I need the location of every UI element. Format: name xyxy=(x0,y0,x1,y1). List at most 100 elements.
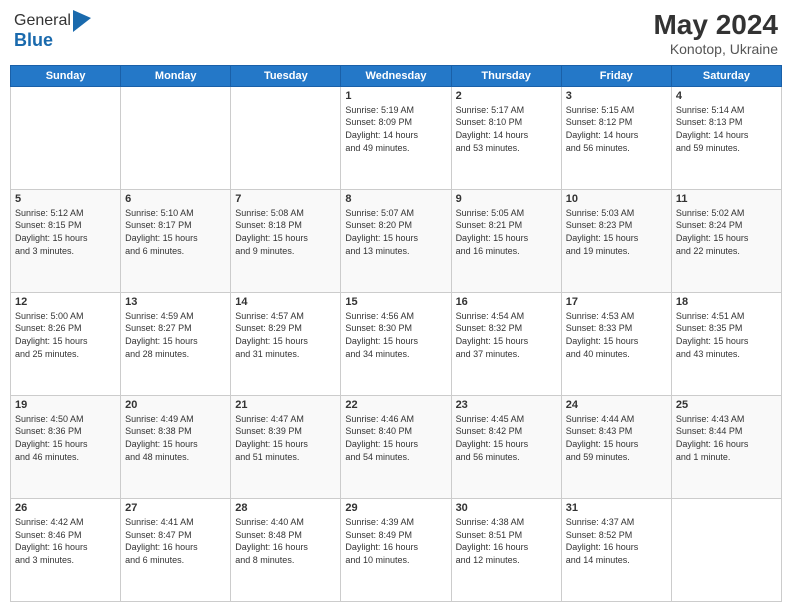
day-info: Sunrise: 4:51 AMSunset: 8:35 PMDaylight:… xyxy=(676,310,777,360)
calendar-week-2: 5 Sunrise: 5:12 AMSunset: 8:15 PMDaylight… xyxy=(11,189,782,292)
calendar-cell xyxy=(231,86,341,189)
day-number: 16 xyxy=(456,296,557,308)
day-info: Sunrise: 4:39 AMSunset: 8:49 PMDaylight:… xyxy=(345,516,446,566)
day-info: Sunrise: 4:40 AMSunset: 8:48 PMDaylight:… xyxy=(235,516,336,566)
calendar: Sunday Monday Tuesday Wednesday Thursday… xyxy=(10,65,782,602)
calendar-cell: 31Sunrise: 4:37 AMSunset: 8:52 PMDayligh… xyxy=(561,498,671,601)
calendar-cell: 1Sunrise: 5:19 AMSunset: 8:09 PMDaylight… xyxy=(341,86,451,189)
day-info: Sunrise: 4:45 AMSunset: 8:42 PMDaylight:… xyxy=(456,413,557,463)
day-info: Sunrise: 5:07 AMSunset: 8:20 PMDaylight:… xyxy=(345,207,446,257)
day-number: 9 xyxy=(456,193,557,205)
day-info: Sunrise: 4:50 AMSunset: 8:36 PMDaylight:… xyxy=(15,413,116,463)
calendar-cell: 25 Sunrise: 4:43 AMSunset: 8:44 PMDayligh… xyxy=(671,395,781,498)
calendar-cell: 4Sunrise: 5:14 AMSunset: 8:13 PMDaylight… xyxy=(671,86,781,189)
calendar-cell: 6Sunrise: 5:10 AMSunset: 8:17 PMDaylight… xyxy=(121,189,231,292)
calendar-cell: 2Sunrise: 5:17 AMSunset: 8:10 PMDaylight… xyxy=(451,86,561,189)
day-number: 29 xyxy=(345,502,446,514)
title-block: May 2024 Konotop, Ukraine xyxy=(653,10,778,57)
day-info: Sunrise: 5:03 AMSunset: 8:23 PMDaylight:… xyxy=(566,207,667,257)
col-saturday: Saturday xyxy=(671,65,781,86)
day-number: 2 xyxy=(456,90,557,102)
calendar-week-3: 12 Sunrise: 5:00 AMSunset: 8:26 PMDayligh… xyxy=(11,292,782,395)
day-info: Sunrise: 4:54 AMSunset: 8:32 PMDaylight:… xyxy=(456,310,557,360)
calendar-cell: 29 Sunrise: 4:39 AMSunset: 8:49 PMDayligh… xyxy=(341,498,451,601)
calendar-cell xyxy=(121,86,231,189)
day-info: Sunrise: 4:57 AMSunset: 8:29 PMDaylight:… xyxy=(235,310,336,360)
location: Konotop, Ukraine xyxy=(653,41,778,57)
col-friday: Friday xyxy=(561,65,671,86)
calendar-cell: 22 Sunrise: 4:46 AMSunset: 8:40 PMDayligh… xyxy=(341,395,451,498)
col-thursday: Thursday xyxy=(451,65,561,86)
calendar-cell xyxy=(11,86,121,189)
logo-icon xyxy=(73,10,91,32)
day-number: 28 xyxy=(235,502,336,514)
day-info: Sunrise: 5:02 AMSunset: 8:24 PMDaylight:… xyxy=(676,207,777,257)
calendar-cell: 16 Sunrise: 4:54 AMSunset: 8:32 PMDayligh… xyxy=(451,292,561,395)
day-number: 19 xyxy=(15,399,116,411)
calendar-header-row: Sunday Monday Tuesday Wednesday Thursday… xyxy=(11,65,782,86)
logo: General Blue xyxy=(14,10,91,51)
day-info: Sunrise: 5:19 AMSunset: 8:09 PMDaylight:… xyxy=(345,104,446,154)
day-number: 26 xyxy=(15,502,116,514)
day-info: Sunrise: 4:42 AMSunset: 8:46 PMDaylight:… xyxy=(15,516,116,566)
day-number: 17 xyxy=(566,296,667,308)
calendar-cell: 18 Sunrise: 4:51 AMSunset: 8:35 PMDayligh… xyxy=(671,292,781,395)
day-number: 20 xyxy=(125,399,226,411)
day-info: Sunrise: 5:15 AMSunset: 8:12 PMDaylight:… xyxy=(566,104,667,154)
calendar-cell: 17 Sunrise: 4:53 AMSunset: 8:33 PMDayligh… xyxy=(561,292,671,395)
day-number: 7 xyxy=(235,193,336,205)
calendar-cell: 7 Sunrise: 5:08 AMSunset: 8:18 PMDaylight… xyxy=(231,189,341,292)
day-info: Sunrise: 4:46 AMSunset: 8:40 PMDaylight:… xyxy=(345,413,446,463)
calendar-cell: 21 Sunrise: 4:47 AMSunset: 8:39 PMDayligh… xyxy=(231,395,341,498)
calendar-cell xyxy=(671,498,781,601)
calendar-cell: 19 Sunrise: 4:50 AMSunset: 8:36 PMDayligh… xyxy=(11,395,121,498)
day-info: Sunrise: 4:44 AMSunset: 8:43 PMDaylight:… xyxy=(566,413,667,463)
calendar-cell: 23 Sunrise: 4:45 AMSunset: 8:42 PMDayligh… xyxy=(451,395,561,498)
day-info: Sunrise: 4:41 AMSunset: 8:47 PMDaylight:… xyxy=(125,516,226,566)
day-number: 23 xyxy=(456,399,557,411)
day-info: Sunrise: 4:47 AMSunset: 8:39 PMDaylight:… xyxy=(235,413,336,463)
day-number: 18 xyxy=(676,296,777,308)
col-sunday: Sunday xyxy=(11,65,121,86)
day-number: 13 xyxy=(125,296,226,308)
day-number: 5 xyxy=(15,193,116,205)
calendar-cell: 14Sunrise: 4:57 AMSunset: 8:29 PMDayligh… xyxy=(231,292,341,395)
day-info: Sunrise: 4:43 AMSunset: 8:44 PMDaylight:… xyxy=(676,413,777,463)
calendar-cell: 15Sunrise: 4:56 AMSunset: 8:30 PMDayligh… xyxy=(341,292,451,395)
calendar-cell: 10 Sunrise: 5:03 AMSunset: 8:23 PMDayligh… xyxy=(561,189,671,292)
day-number: 12 xyxy=(15,296,116,308)
calendar-week-1: 1Sunrise: 5:19 AMSunset: 8:09 PMDaylight… xyxy=(11,86,782,189)
day-info: Sunrise: 5:12 AMSunset: 8:15 PMDaylight:… xyxy=(15,207,116,257)
day-number: 10 xyxy=(566,193,667,205)
day-number: 27 xyxy=(125,502,226,514)
calendar-week-5: 26 Sunrise: 4:42 AMSunset: 8:46 PMDayligh… xyxy=(11,498,782,601)
day-number: 22 xyxy=(345,399,446,411)
day-number: 30 xyxy=(456,502,557,514)
day-info: Sunrise: 4:49 AMSunset: 8:38 PMDaylight:… xyxy=(125,413,226,463)
calendar-cell: 5 Sunrise: 5:12 AMSunset: 8:15 PMDaylight… xyxy=(11,189,121,292)
day-number: 21 xyxy=(235,399,336,411)
day-info: Sunrise: 5:00 AMSunset: 8:26 PMDaylight:… xyxy=(15,310,116,360)
col-wednesday: Wednesday xyxy=(341,65,451,86)
day-info: Sunrise: 5:08 AMSunset: 8:18 PMDaylight:… xyxy=(235,207,336,257)
day-info: Sunrise: 5:10 AMSunset: 8:17 PMDaylight:… xyxy=(125,207,226,257)
calendar-cell: 3 Sunrise: 5:15 AMSunset: 8:12 PMDaylight… xyxy=(561,86,671,189)
day-number: 24 xyxy=(566,399,667,411)
day-info: Sunrise: 4:37 AMSunset: 8:52 PMDaylight:… xyxy=(566,516,667,566)
calendar-cell: 8 Sunrise: 5:07 AMSunset: 8:20 PMDaylight… xyxy=(341,189,451,292)
calendar-cell: 28 Sunrise: 4:40 AMSunset: 8:48 PMDayligh… xyxy=(231,498,341,601)
day-info: Sunrise: 5:05 AMSunset: 8:21 PMDaylight:… xyxy=(456,207,557,257)
day-number: 8 xyxy=(345,193,446,205)
calendar-cell: 12 Sunrise: 5:00 AMSunset: 8:26 PMDayligh… xyxy=(11,292,121,395)
day-number: 3 xyxy=(566,90,667,102)
calendar-cell: 20 Sunrise: 4:49 AMSunset: 8:38 PMDayligh… xyxy=(121,395,231,498)
calendar-cell: 9 Sunrise: 5:05 AMSunset: 8:21 PMDaylight… xyxy=(451,189,561,292)
day-info: Sunrise: 4:53 AMSunset: 8:33 PMDaylight:… xyxy=(566,310,667,360)
calendar-cell: 30Sunrise: 4:38 AMSunset: 8:51 PMDayligh… xyxy=(451,498,561,601)
col-monday: Monday xyxy=(121,65,231,86)
calendar-cell: 11Sunrise: 5:02 AMSunset: 8:24 PMDayligh… xyxy=(671,189,781,292)
col-tuesday: Tuesday xyxy=(231,65,341,86)
day-info: Sunrise: 5:14 AMSunset: 8:13 PMDaylight:… xyxy=(676,104,777,154)
day-number: 25 xyxy=(676,399,777,411)
calendar-cell: 27 Sunrise: 4:41 AMSunset: 8:47 PMDayligh… xyxy=(121,498,231,601)
